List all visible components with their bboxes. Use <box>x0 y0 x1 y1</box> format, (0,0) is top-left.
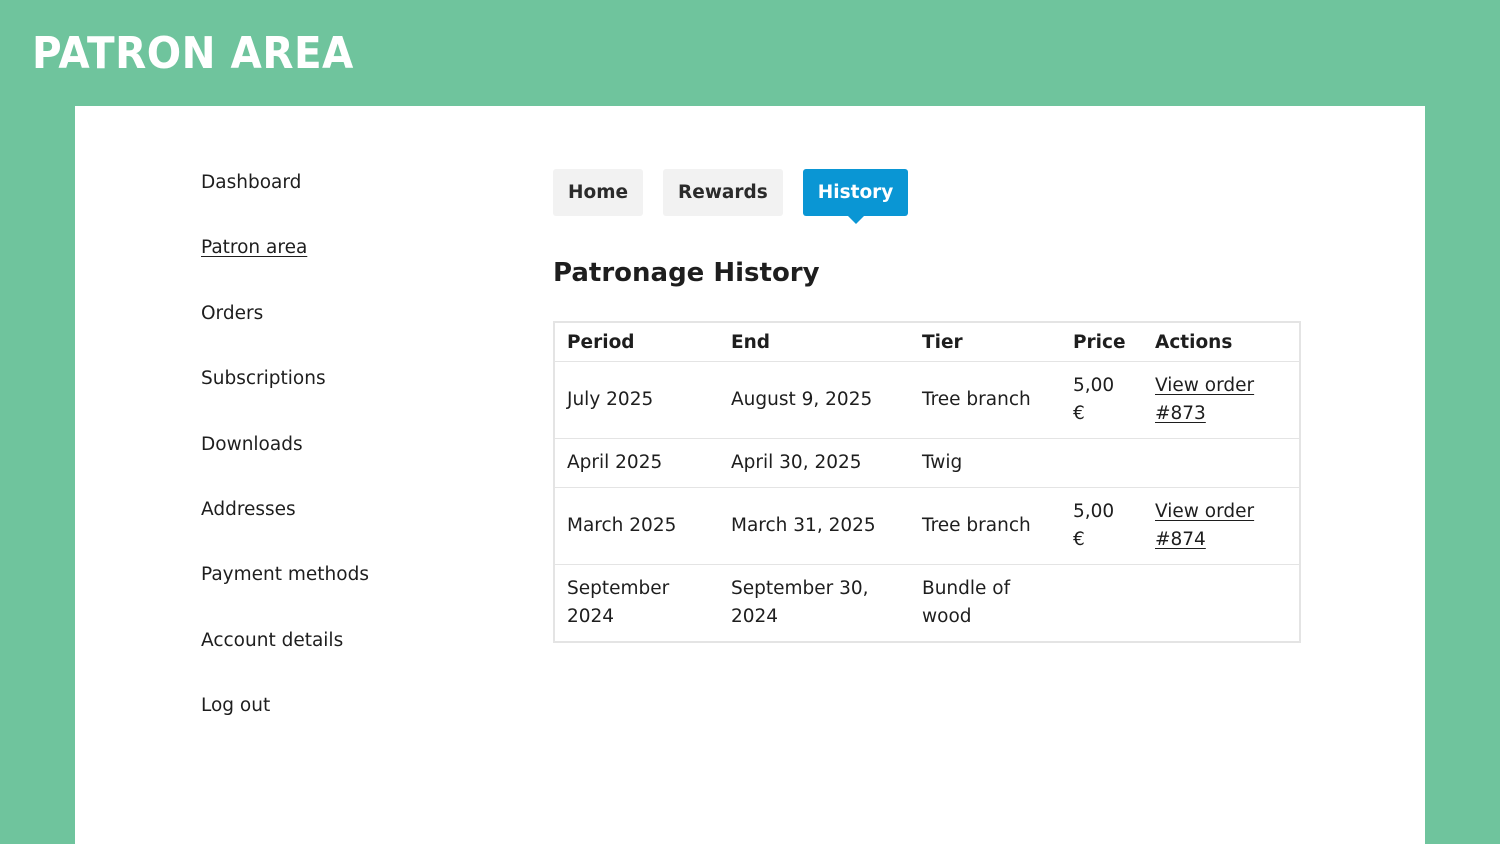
sidebar-item-payment-methods[interactable]: Payment methods <box>201 558 461 623</box>
cell-period: July 2025 <box>554 361 719 439</box>
table-row: April 2025 April 30, 2025 Twig <box>554 438 1300 488</box>
cell-price <box>1061 565 1143 643</box>
cell-period: March 2025 <box>554 487 719 565</box>
view-order-link[interactable]: View order #874 <box>1155 501 1254 550</box>
patron-tabs: Home Rewards History <box>553 169 909 224</box>
cell-price: 5,00 € <box>1061 487 1143 565</box>
column-header-tier: Tier <box>910 322 1061 362</box>
sidebar-item-patron-area[interactable]: Patron area <box>201 231 461 296</box>
column-header-period: Period <box>554 322 719 362</box>
sidebar-item-addresses[interactable]: Addresses <box>201 493 461 558</box>
account-navigation: Dashboard Patron area Orders Subscriptio… <box>201 166 461 755</box>
cell-actions: View order #874 <box>1143 487 1300 565</box>
tab-rewards[interactable]: Rewards <box>663 169 783 216</box>
column-header-actions: Actions <box>1143 322 1300 362</box>
cell-tier: Tree branch <box>910 487 1061 565</box>
cell-end: August 9, 2025 <box>719 361 910 439</box>
table-row: September 2024 September 30, 2024 Bundle… <box>554 565 1300 643</box>
table-header-row: Period End Tier Price Actions <box>554 322 1300 362</box>
cell-tier: Tree branch <box>910 361 1061 439</box>
cell-price <box>1061 438 1143 488</box>
view-order-link[interactable]: View order #873 <box>1155 375 1254 424</box>
cell-tier: Twig <box>910 438 1061 488</box>
sidebar-item-subscriptions[interactable]: Subscriptions <box>201 362 461 427</box>
cell-tier: Bundle of wood <box>922 578 1011 627</box>
sidebar-item-account-details[interactable]: Account details <box>201 624 461 689</box>
cell-period: September 2024 <box>567 578 670 627</box>
tab-home[interactable]: Home <box>553 169 644 216</box>
cell-end: March 31, 2025 <box>719 487 910 565</box>
table-row: July 2025 August 9, 2025 Tree branch 5,0… <box>554 361 1300 439</box>
tab-history[interactable]: History <box>802 169 909 224</box>
sidebar-item-downloads[interactable]: Downloads <box>201 428 461 493</box>
content-panel: Dashboard Patron area Orders Subscriptio… <box>75 106 1425 844</box>
cell-price: 5,00 € <box>1061 361 1143 439</box>
table-row: March 2025 March 31, 2025 Tree branch 5,… <box>554 487 1300 565</box>
cell-actions: View order #873 <box>1143 361 1300 439</box>
history-table: Period End Tier Price Actions July 2025 … <box>553 321 1301 643</box>
page-title: Patronage History <box>553 258 820 288</box>
sidebar-item-orders[interactable]: Orders <box>201 297 461 362</box>
cell-actions <box>1143 565 1300 643</box>
sidebar-item-dashboard[interactable]: Dashboard <box>201 166 461 231</box>
cell-actions <box>1143 438 1300 488</box>
column-header-end: End <box>719 322 910 362</box>
column-header-price: Price <box>1061 322 1143 362</box>
cell-period: April 2025 <box>554 438 719 488</box>
cell-end: April 30, 2025 <box>719 438 910 488</box>
cell-end: September 30, 2024 <box>731 578 869 627</box>
site-title: Patron Area <box>32 28 354 79</box>
sidebar-item-log-out[interactable]: Log out <box>201 689 461 754</box>
